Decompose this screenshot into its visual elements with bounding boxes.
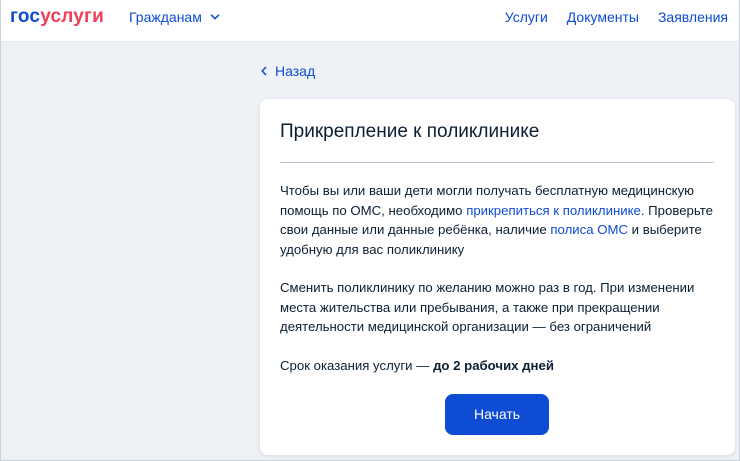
chevron-down-icon	[210, 14, 220, 20]
title-divider	[280, 162, 714, 163]
nav-link-services[interactable]: Услуги	[505, 9, 548, 25]
nav-link-documents[interactable]: Документы	[567, 9, 639, 25]
service-term-label: Срок оказания услуги —	[280, 358, 434, 373]
top-nav: Услуги Документы Заявления	[486, 9, 728, 25]
gosuslugi-logo[interactable]: госуслуги	[10, 6, 104, 28]
header: госуслуги Гражданам Услуги Документы Зая…	[1, 0, 739, 42]
chevron-left-icon	[261, 66, 267, 76]
logo-text-uslugi: услуги	[40, 6, 105, 27]
service-card: Прикрепление к поликлинике Чтобы вы или …	[260, 99, 735, 455]
page-title: Прикрепление к поликлинике	[280, 121, 540, 142]
citizens-menu-label: Гражданам	[129, 9, 202, 25]
start-button[interactable]: Начать	[445, 394, 549, 435]
nav-link-applications[interactable]: Заявления	[658, 9, 728, 25]
service-term-value: до 2 рабочих дней	[433, 358, 554, 373]
service-term-paragraph: Срок оказания услуги — до 2 рабочих дней	[280, 356, 720, 376]
citizens-menu[interactable]: Гражданам	[129, 9, 220, 25]
back-link[interactable]: Назад	[260, 63, 315, 79]
attach-clinic-link[interactable]: прикрепиться к поликлинике	[466, 203, 641, 218]
page: госуслуги Гражданам Услуги Документы Зая…	[0, 0, 740, 461]
logo-text-gos: гос	[10, 6, 41, 27]
oms-policy-link[interactable]: полиса ОМС	[550, 222, 628, 237]
back-link-label: Назад	[275, 63, 316, 79]
intro-paragraph: Чтобы вы или ваши дети могли получать бе…	[280, 181, 720, 259]
change-clinic-paragraph: Сменить поликлинику по желанию можно раз…	[280, 280, 695, 334]
